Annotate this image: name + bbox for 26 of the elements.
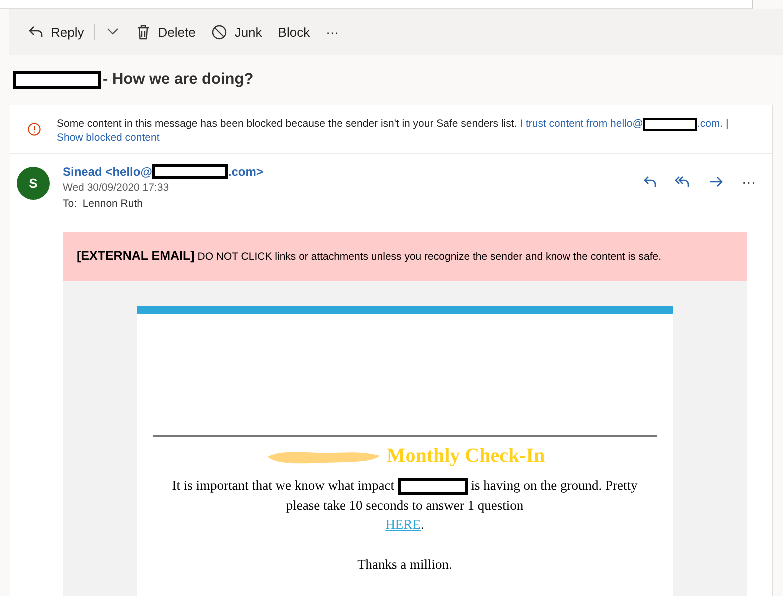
redaction-box	[398, 478, 468, 496]
external-email-warning: [EXTERNAL EMAIL] DO NOT CLICK links or attachments unless you recognize the sender and know the content is safe.	[63, 232, 747, 281]
redaction-box	[643, 118, 698, 131]
trust-sender-link[interactable]: I trust content from hello@ .com.	[520, 118, 724, 130]
email-message: It is important that we know what impact is having on the ground. Pretty please take 10 seconds to answer 1 question HERE.	[171, 477, 639, 534]
reply-button[interactable]	[642, 174, 659, 190]
toolbar-button[interactable]: ···	[320, 20, 346, 44]
recipient-line: To: Lennon Ruth	[63, 198, 144, 210]
sent-date: Wed 30/09/2020 17:33	[63, 182, 170, 194]
email-subject: - How we are doing?	[13, 71, 254, 89]
show-blocked-content-link[interactable]: Show blocked content	[57, 132, 160, 144]
sender-name[interactable]: Sinead <hello@ .com>	[63, 164, 264, 179]
chevron-down-icon	[107, 28, 120, 36]
toolbar-button[interactable]: Block	[272, 20, 316, 44]
delete-button[interactable]: Delete	[131, 20, 202, 44]
sender-avatar: S	[17, 167, 50, 200]
blocked-content-notice: Some content in this message has been blocked because the sender isn't in your Safe senders list. I trust content from hello@ .com. | Show blocked content	[57, 117, 730, 145]
trash-icon	[137, 24, 150, 40]
junk-button[interactable]: Junk	[206, 20, 268, 44]
more-actions-button[interactable]: ···	[740, 172, 758, 192]
reply-button[interactable]: Reply	[23, 20, 90, 44]
reply-icon	[29, 26, 43, 38]
info-icon	[28, 123, 41, 136]
block-icon	[212, 24, 227, 40]
email-title: Monthly Check-In	[386, 445, 546, 468]
closing-text: Thanks a million.	[356, 556, 454, 574]
